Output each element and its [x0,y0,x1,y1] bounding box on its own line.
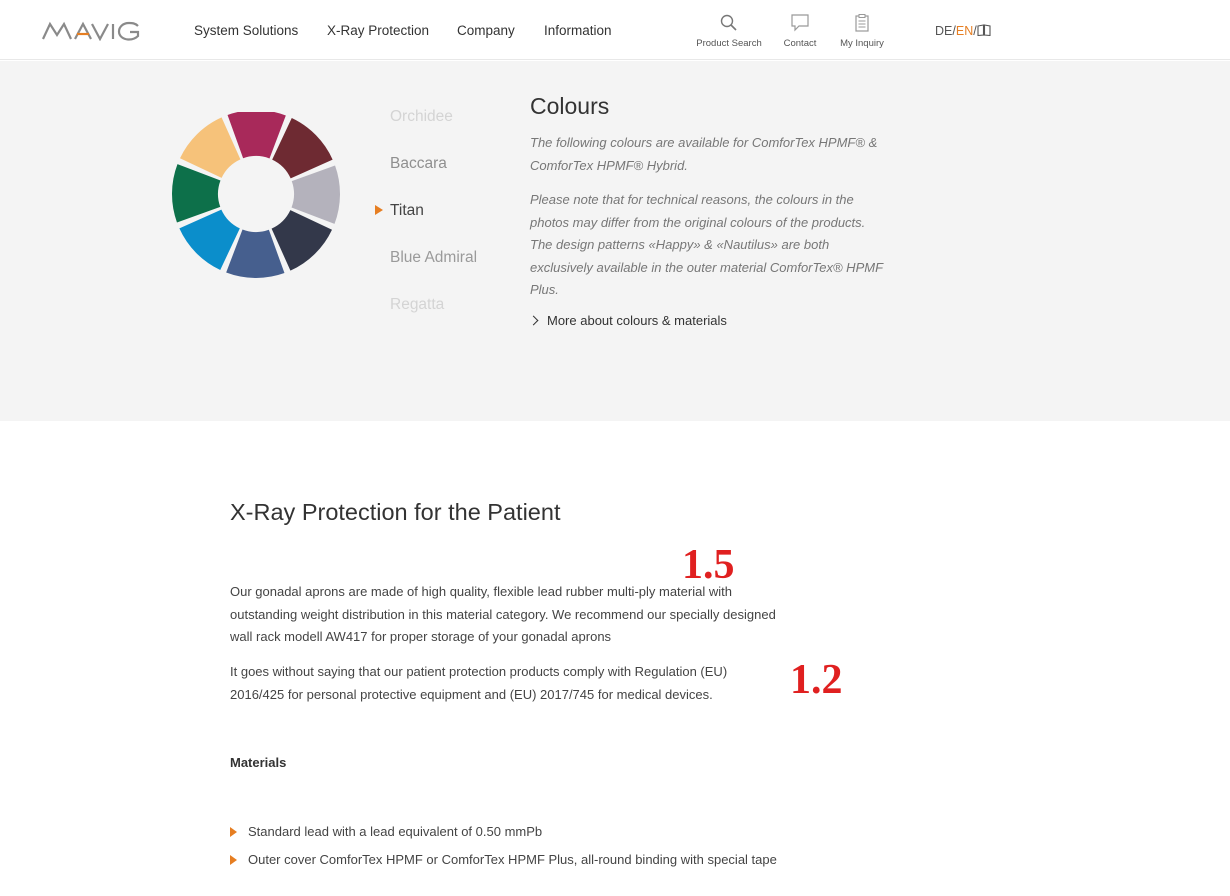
chevron-right-icon [528,315,539,326]
regulation-paragraph: It goes without saying that our patient … [230,664,728,702]
top-navigation-bar: System Solutions X-Ray Protection Compan… [0,0,1230,60]
nav-company[interactable]: Company [457,23,515,38]
materials-list-item: Outer cover ComforTex HPMF or ComforTex … [230,852,777,867]
more-about-colours-label: More about colours & materials [547,313,727,328]
my-inquiry-button[interactable]: My Inquiry [822,12,902,49]
page-title: X-Ray Protection for the Patient [230,499,561,525]
lang-en[interactable]: EN [956,24,973,38]
bullet-arrow-icon [230,855,237,865]
colour-wheel [171,112,340,278]
nav-information[interactable]: Information [544,23,612,38]
colours-title: Colours [530,93,610,119]
bullet-arrow-icon [230,827,237,837]
more-about-colours-link[interactable]: More about colours & materials [528,313,727,328]
colour-option-titan[interactable]: Titan [375,202,424,220]
colours-intro-text: The following colours are available for … [530,135,878,173]
language-switcher: DE/EN/ [935,24,991,38]
lang-de[interactable]: DE [935,24,952,38]
nav-xray-protection[interactable]: X-Ray Protection [327,23,429,38]
annotation-1-2: 1.2 [790,657,843,703]
materials-item-text: Outer cover ComforTex HPMF or ComforTex … [248,852,777,867]
mavig-logo[interactable] [42,21,142,46]
colour-option-baccara[interactable]: Baccara [390,155,447,173]
clipboard-icon [855,14,869,32]
materials-item-text: Standard lead with a lead equivalent of … [248,824,543,839]
selected-arrow-icon [375,205,383,215]
product-search-button[interactable]: Product Search [689,12,769,49]
my-inquiry-label: My Inquiry [840,38,884,49]
logo-graphic [42,21,140,42]
colours-note-text: Please note that for technical reasons, … [530,192,883,297]
colour-option-regatta[interactable]: Regatta [390,296,444,314]
product-search-label: Product Search [696,38,762,49]
search-icon [720,14,737,31]
gonadal-aprons-paragraph: Our gonadal aprons are made of high qual… [230,584,776,644]
materials-list-item: Standard lead with a lead equivalent of … [230,824,542,839]
contact-label: Contact [783,38,817,49]
chat-bubble-icon [791,14,809,32]
colour-option-blue-admiral[interactable]: Blue Admiral [390,249,477,267]
materials-heading: Materials [230,755,287,770]
colour-option-titan-label: Titan [390,202,424,219]
nav-system-solutions[interactable]: System Solutions [194,23,298,38]
book-icon[interactable] [977,24,991,37]
colour-option-orchidee[interactable]: Orchidee [390,108,453,126]
